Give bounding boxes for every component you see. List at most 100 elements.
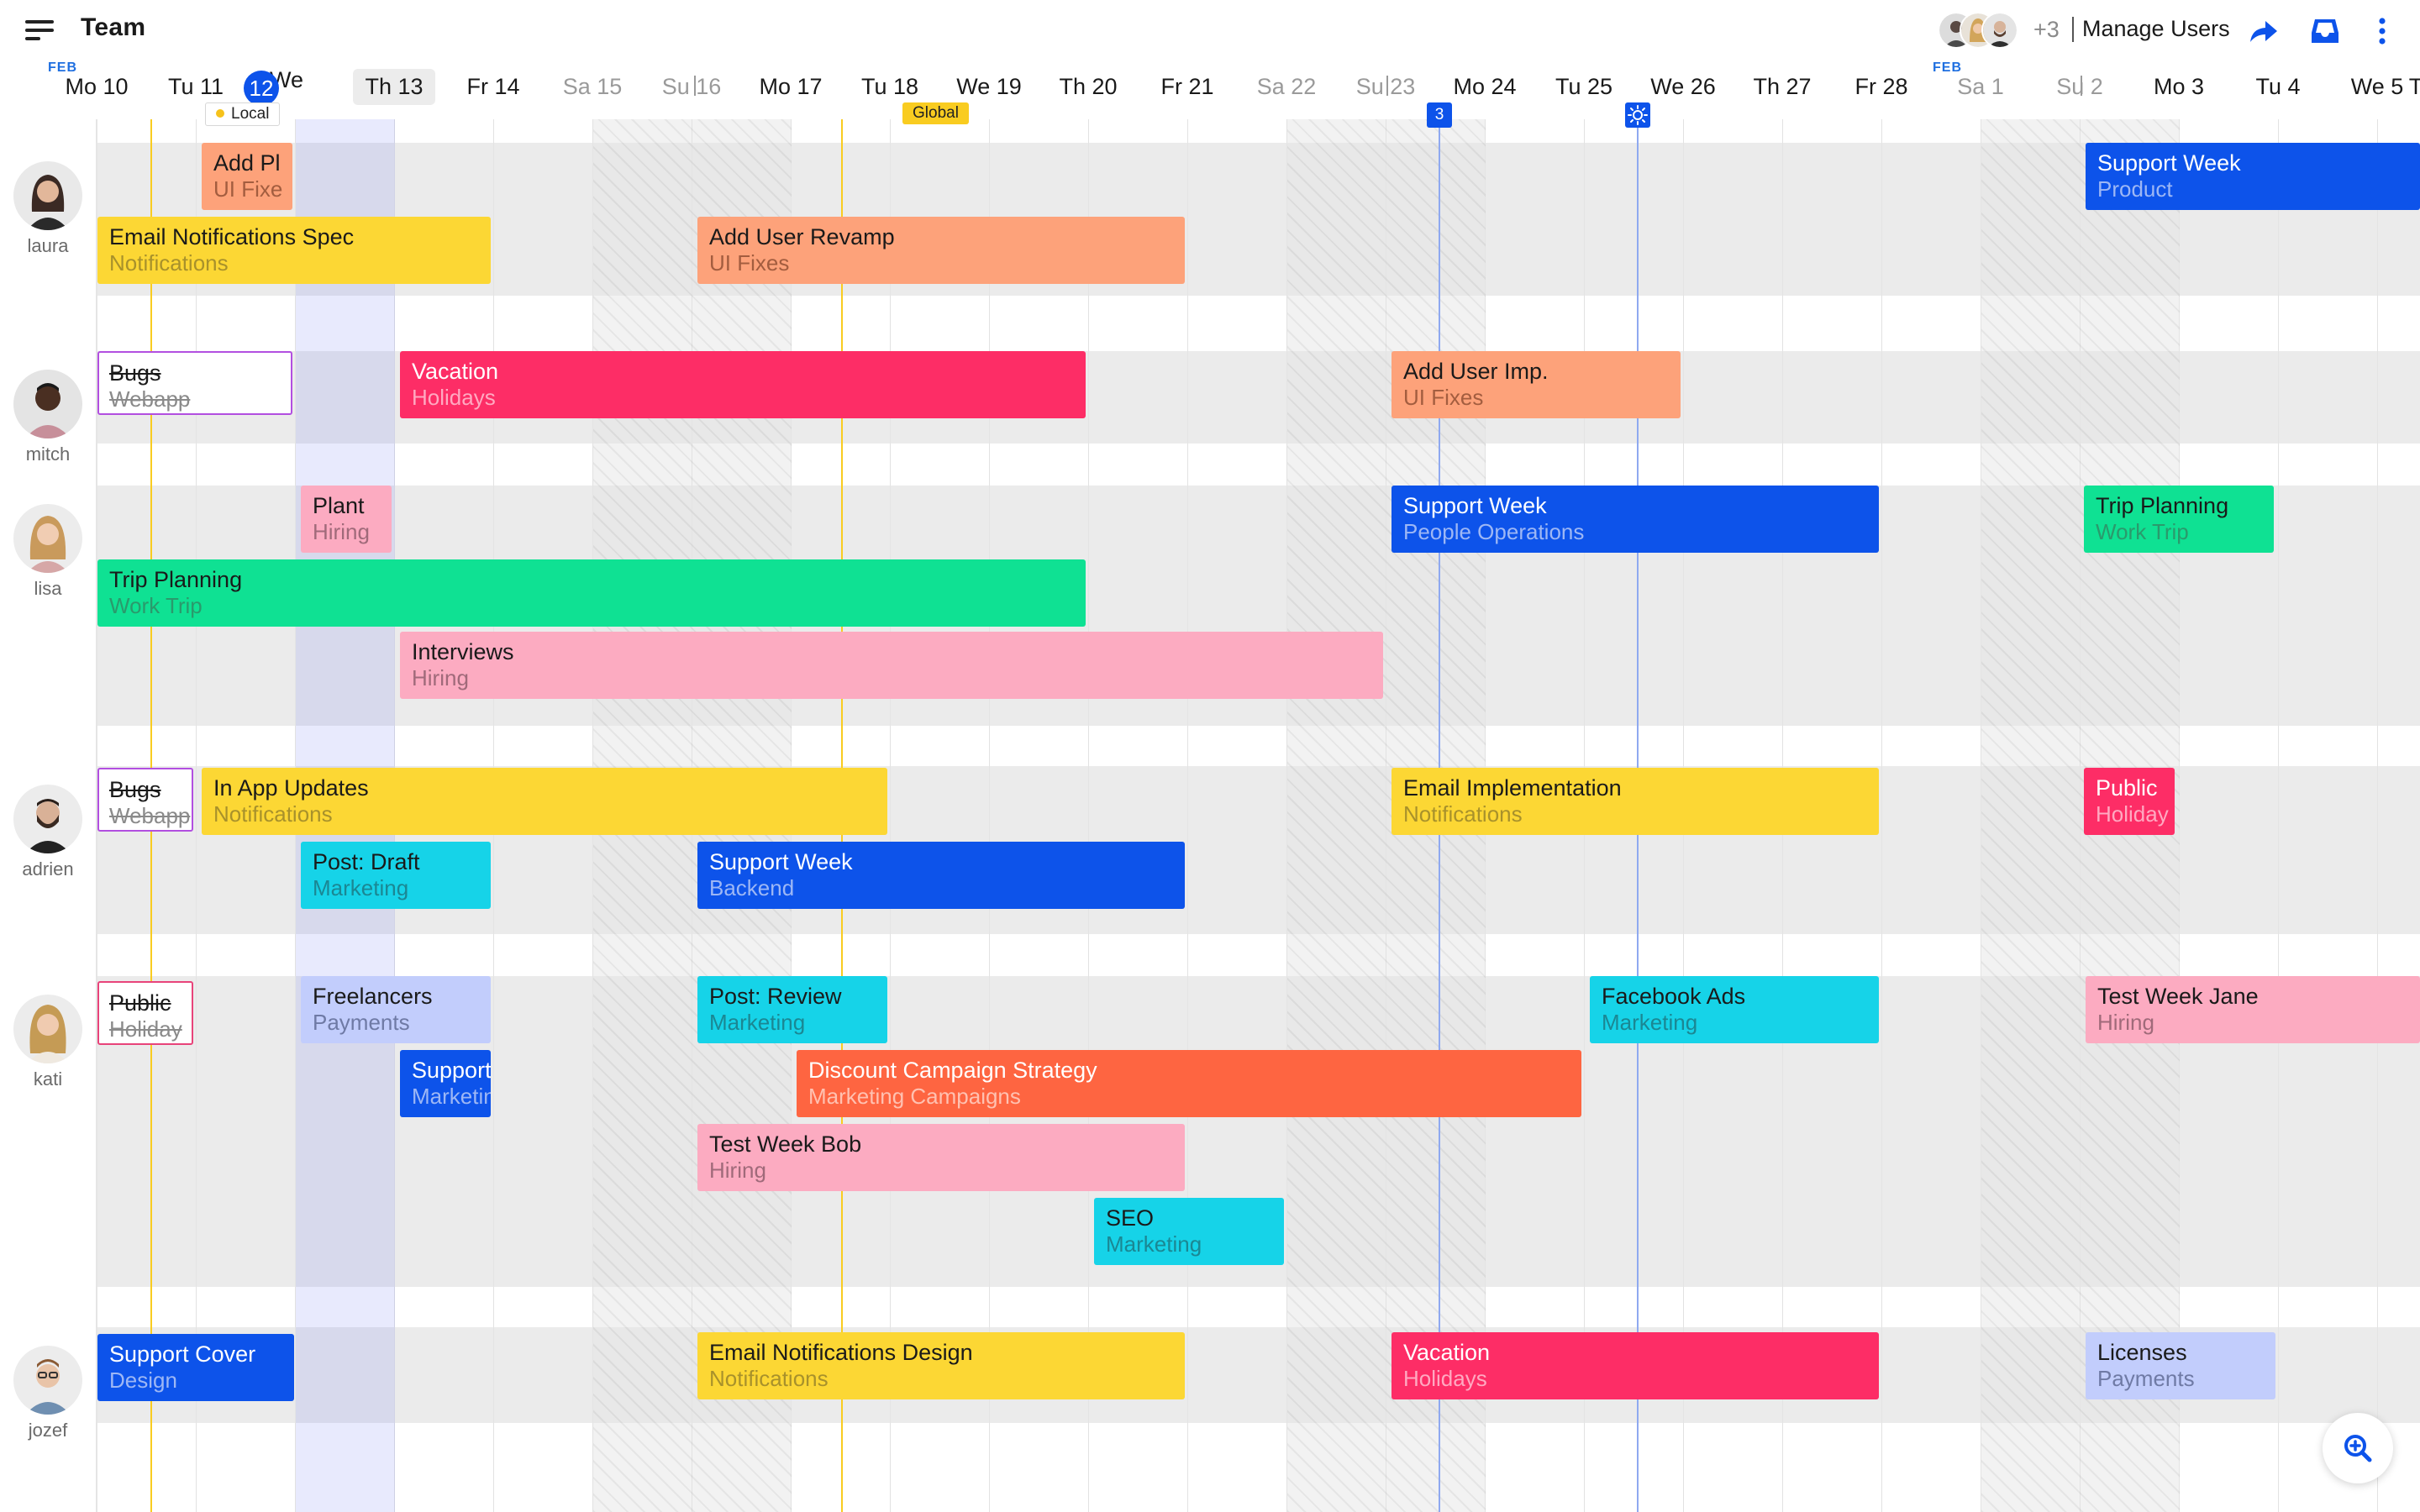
more-options-icon[interactable]	[2366, 15, 2398, 47]
event-title: Vacation	[412, 359, 499, 384]
event-title: Support Cover	[109, 1341, 256, 1367]
event-title: Facebook Ads	[1602, 984, 1746, 1009]
date-label[interactable]: Mo 3	[2129, 74, 2228, 100]
avatars-overflow-count[interactable]: +3	[2033, 17, 2060, 43]
date-label[interactable]: Th 27	[1733, 74, 1832, 100]
event-card[interactable]: Support Week Product	[2086, 143, 2420, 210]
event-title: Trip Planning	[2096, 493, 2229, 518]
date-label[interactable]: Tu 25	[1534, 74, 1634, 100]
date-label[interactable]: Su 16	[642, 74, 741, 100]
event-title: Support Week	[1403, 493, 1547, 518]
date-label[interactable]: Su 23	[1336, 74, 1435, 100]
event-title: Post: Review	[709, 984, 842, 1009]
date-label[interactable]: Fr 21	[1138, 74, 1237, 100]
date-label[interactable]: Mo 24	[1435, 74, 1534, 100]
user-row-kati[interactable]: kati	[0, 995, 96, 1090]
date-label[interactable]: Sa 15	[543, 74, 642, 100]
event-card[interactable]: Add User Revamp UI Fixes	[697, 217, 1185, 284]
user-row-jozef[interactable]: jozef	[0, 1346, 96, 1441]
date-label[interactable]: Th 20	[1039, 74, 1138, 100]
local-tag-label: Local	[231, 105, 270, 123]
event-card[interactable]: Bugs Webapp	[97, 768, 193, 832]
sun-marker-icon[interactable]	[1625, 102, 1650, 128]
event-card[interactable]: Freelancers Payments	[301, 976, 491, 1043]
date-label[interactable]: T	[2403, 74, 2420, 100]
event-card[interactable]: SupportMarketing	[400, 1050, 491, 1117]
event-card[interactable]: Support Week People Operations	[1392, 486, 1879, 553]
event-card[interactable]: Email Implementation Notifications	[1392, 768, 1879, 835]
date-label[interactable]: Tu 18	[840, 74, 939, 100]
event-title: Test Week Bob	[709, 1131, 862, 1157]
user-row-lisa[interactable]: lisa	[0, 504, 96, 600]
event-title: SEO	[1106, 1205, 1155, 1231]
event-card[interactable]: Support Week Backend	[697, 842, 1185, 909]
date-label[interactable]: Tu 11	[146, 74, 245, 100]
event-card[interactable]: Licenses Payments	[2086, 1332, 2275, 1399]
marker-count-badge[interactable]: 3	[1427, 102, 1452, 128]
event-card[interactable]: Email Notifications Spec Notifications	[97, 217, 491, 284]
team-avatars[interactable]	[1938, 12, 2032, 49]
event-card[interactable]: Post: Review Marketing	[697, 976, 887, 1043]
date-label[interactable]: Sa 1	[1931, 74, 2030, 100]
top-bar: Team +3 Manage Users	[0, 0, 2420, 60]
event-card[interactable]: Post: Draft Marketing	[301, 842, 491, 909]
event-category: Work Trip	[2096, 519, 2189, 544]
event-card[interactable]: Public Holiday	[97, 981, 193, 1045]
event-card[interactable]: Facebook Ads Marketing	[1590, 976, 1879, 1043]
user-name: jozef	[28, 1420, 68, 1441]
share-icon[interactable]	[2247, 15, 2279, 47]
date-label[interactable]: Mo 10	[47, 74, 146, 100]
event-card[interactable]: Add Pl UI Fixe	[202, 143, 292, 210]
event-card[interactable]: In App Updates Notifications	[202, 768, 887, 835]
event-title: Add User Revamp	[709, 224, 895, 249]
user-row-laura[interactable]: laura	[0, 161, 96, 257]
event-category: Marketing	[1602, 1010, 1698, 1035]
event-card[interactable]: Interviews Hiring	[400, 632, 1383, 699]
menu-icon[interactable]	[25, 20, 54, 42]
event-card[interactable]: Plant Hiring	[301, 486, 392, 553]
event-category: Hiring	[313, 519, 370, 544]
global-tag[interactable]: Global	[902, 102, 969, 124]
event-category: Hiring	[2097, 1010, 2154, 1035]
event-card[interactable]: SEO Marketing	[1094, 1198, 1284, 1265]
event-category: Design	[109, 1368, 177, 1393]
event-card[interactable]: Public Holiday	[2084, 768, 2175, 835]
event-card[interactable]: Email Notifications Design Notifications	[697, 1332, 1185, 1399]
event-card[interactable]: Trip Planning Work Trip	[2084, 486, 2274, 553]
user-row-mitch[interactable]: mitch	[0, 370, 96, 465]
page-title: Team	[81, 13, 146, 41]
event-card[interactable]: Add User Imp. UI Fixes	[1392, 351, 1681, 418]
event-card[interactable]: Vacation Holidays	[400, 351, 1086, 418]
event-card[interactable]: Trip Planning Work Trip	[97, 559, 1086, 627]
date-label[interactable]: Su 2	[2030, 74, 2129, 100]
event-card[interactable]: Discount Campaign Strategy Marketing Camp…	[797, 1050, 1581, 1117]
today-indicator[interactable]: 12	[244, 71, 279, 106]
event-title: Plant	[313, 493, 365, 518]
inbox-icon[interactable]	[2309, 15, 2341, 47]
event-card[interactable]: Vacation Holidays	[1392, 1332, 1879, 1399]
date-label[interactable]: We 26	[1634, 74, 1733, 100]
event-card[interactable]: Support Cover Design	[97, 1334, 294, 1401]
event-card[interactable]: Test Week Bob Hiring	[697, 1124, 1185, 1191]
event-title: Add User Imp.	[1403, 359, 1549, 384]
date-label[interactable]: Sa 22	[1237, 74, 1336, 100]
avatar	[1981, 12, 2018, 49]
event-title: Support Week	[709, 849, 853, 874]
event-category: Backend	[709, 875, 795, 900]
event-category: Marketing	[313, 875, 409, 900]
event-card[interactable]: Test Week Jane Hiring	[2086, 976, 2420, 1043]
date-label[interactable]: Fr 28	[1832, 74, 1931, 100]
zoom-button[interactable]	[2323, 1413, 2393, 1483]
user-row-adrien[interactable]: adrien	[0, 785, 96, 880]
local-tag[interactable]: Local	[205, 102, 281, 126]
date-label[interactable]: Tu 4	[2228, 74, 2328, 100]
date-label[interactable]: Fr 14	[444, 74, 543, 100]
event-category: Marketing	[1106, 1231, 1202, 1257]
date-label[interactable]: Th 13	[353, 69, 435, 105]
event-card[interactable]: Bugs Webapp	[97, 351, 292, 415]
manage-users-button[interactable]: Manage Users	[2082, 16, 2230, 42]
event-title: Support Week	[2097, 150, 2241, 176]
date-label[interactable]: We 19	[939, 74, 1039, 100]
date-label[interactable]: Mo 17	[741, 74, 840, 100]
user-name: laura	[27, 235, 69, 256]
